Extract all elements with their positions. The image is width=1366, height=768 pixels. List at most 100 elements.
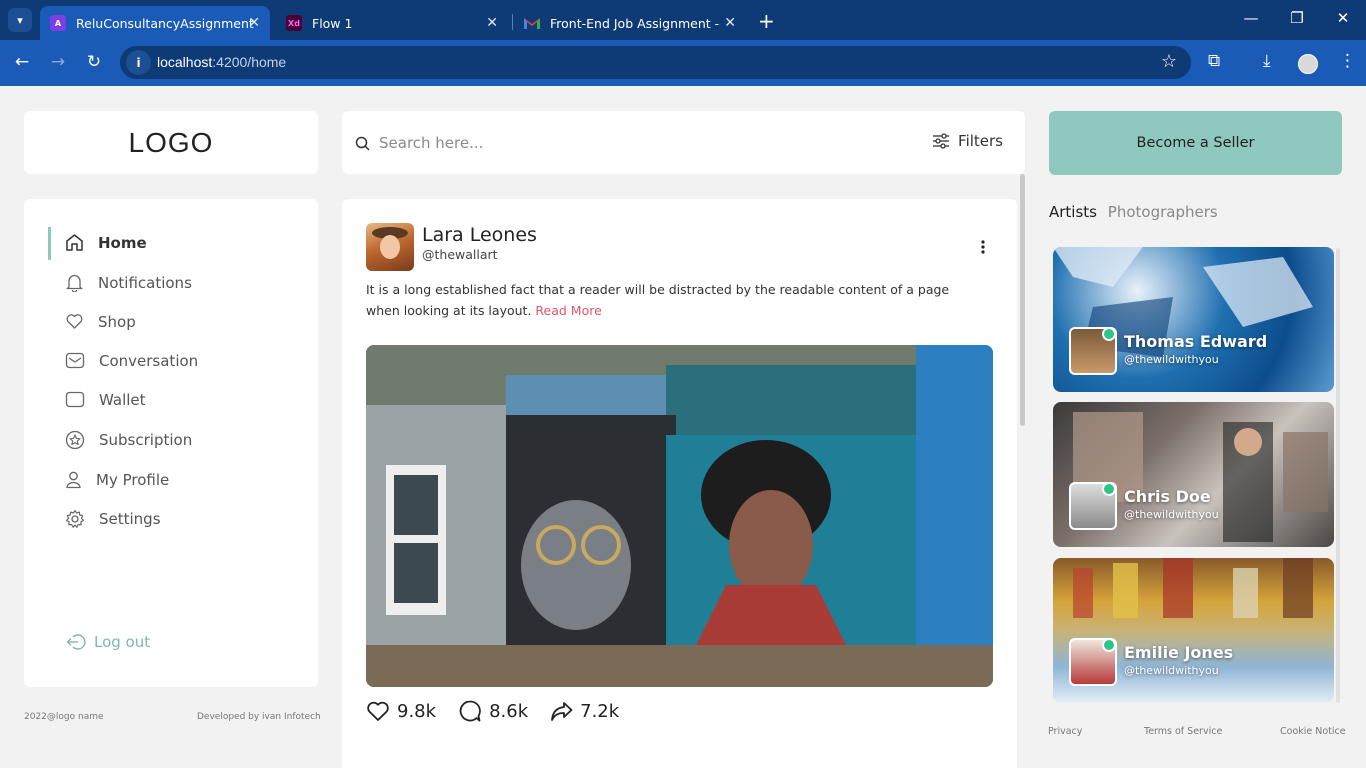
more-menu-icon[interactable]: ⋮ [1339, 51, 1356, 71]
url-text[interactable]: localhost:4200/home [157, 54, 286, 70]
star-icon [65, 430, 85, 450]
heart-icon [367, 701, 389, 721]
gear-icon [65, 509, 85, 528]
comment-button[interactable]: 8.6k [458, 699, 528, 723]
sidebar-item-shop[interactable]: Shop [65, 312, 136, 331]
developer-credit[interactable]: Developed by ivan Infotech [197, 712, 321, 722]
sidebar-item-label: My Profile [96, 470, 170, 489]
close-tab-icon[interactable]: ✕ [724, 15, 736, 31]
browser-tab[interactable]: Xd Flow 1 ✕ [276, 6, 508, 40]
reload-icon[interactable]: ↻ [83, 52, 105, 72]
artist-name: Emilie Jones [1124, 643, 1234, 662]
sidebar-item-label: Conversation [99, 351, 199, 370]
close-tab-icon[interactable]: ✕ [248, 15, 260, 31]
more-vertical-icon[interactable] [980, 239, 986, 255]
artist-card[interactable]: Emilie Jones @thewildwithyou [1053, 558, 1334, 703]
artist-list: Thomas Edward @thewildwithyou Chris Doe … [1049, 244, 1342, 706]
address-bar[interactable]: i localhost:4200/home ☆ [120, 46, 1191, 79]
wallet-icon [65, 391, 85, 408]
avatar[interactable] [366, 223, 414, 271]
search-bar: Filters [342, 111, 1025, 174]
bookmark-star-icon[interactable]: ☆ [1161, 51, 1177, 72]
back-arrow-icon[interactable]: ← [11, 52, 33, 72]
tab-title: Front-End Job Assignment - Rel [550, 15, 720, 31]
like-button[interactable]: 9.8k [366, 700, 436, 722]
shares-count: 7.2k [580, 700, 620, 722]
sidebar-item-home[interactable]: Home [65, 233, 147, 252]
search-input[interactable] [379, 131, 879, 155]
post-author-handle[interactable]: @thewallart [422, 247, 498, 262]
restore-icon[interactable]: ❐ [1287, 9, 1307, 27]
street-art-mural-image [366, 345, 993, 687]
comment-icon [459, 700, 481, 722]
forward-arrow-icon[interactable]: → [47, 52, 69, 72]
close-window-icon[interactable]: ✕ [1333, 9, 1353, 27]
browser-tab[interactable]: Front-End Job Assignment - Rel ✕ [514, 6, 746, 40]
cookie-notice-link[interactable]: Cookie Notice [1280, 726, 1346, 737]
home-icon [66, 234, 83, 251]
user-icon [66, 471, 81, 489]
tab-title: ReluConsultancyAssignment [76, 15, 254, 31]
post-text: It is a long established fact that a rea… [366, 279, 986, 321]
artist-name: Chris Doe [1124, 487, 1211, 506]
browser-tab-active[interactable]: A ReluConsultancyAssignment ✕ [40, 6, 270, 40]
artist-name: Thomas Edward [1124, 332, 1268, 351]
post-card: Lara Leones @thewallart It is a long est… [342, 199, 1017, 768]
post-image[interactable] [366, 345, 993, 687]
become-seller-button[interactable]: Become a Seller [1049, 111, 1342, 175]
artist-handle: @thewildwithyou [1124, 664, 1219, 677]
download-icon[interactable]: ⤓ [1263, 51, 1271, 71]
post-author-name[interactable]: Lara Leones [422, 224, 537, 246]
search-icon [355, 136, 370, 151]
sidebar-item-settings[interactable]: Settings [65, 509, 161, 529]
post-body: It is a long established fact that a rea… [366, 282, 950, 318]
sidebar-item-conversation[interactable]: Conversation [65, 351, 198, 370]
sidebar-item-label: Wallet [99, 390, 146, 409]
active-indicator [48, 227, 51, 260]
sidebar-item-my-profile[interactable]: My Profile [65, 470, 169, 489]
avatar-face-shape [380, 235, 400, 259]
sliders-icon [933, 133, 950, 149]
close-tab-icon[interactable]: ✕ [486, 15, 498, 31]
sidebar-item-notifications[interactable]: Notifications [65, 273, 192, 292]
logo[interactable]: LOGO [24, 111, 318, 174]
filters-label: Filters [958, 132, 1003, 150]
tab-artists[interactable]: Artists [1049, 203, 1097, 221]
terms-link[interactable]: Terms of Service [1144, 726, 1222, 737]
new-tab-icon[interactable]: + [758, 9, 775, 33]
artist-tabs: Artists Photographers [1049, 203, 1224, 221]
browser-tabstrip: ▾ A ReluConsultancyAssignment ✕ Xd Flow … [0, 0, 1366, 40]
angular-icon: A [50, 15, 66, 31]
tab-title: Flow 1 [312, 15, 353, 31]
profile-avatar[interactable] [1298, 54, 1318, 74]
artist-card[interactable]: Chris Doe @thewildwithyou [1053, 402, 1334, 547]
sidebar-item-wallet[interactable]: Wallet [65, 390, 146, 409]
tab-separator [512, 14, 513, 30]
tab-photographers[interactable]: Photographers [1108, 203, 1218, 221]
artist-card[interactable]: Thomas Edward @thewildwithyou [1053, 247, 1334, 392]
online-status-dot [1102, 327, 1116, 341]
url-path: :4200/home [212, 54, 287, 70]
read-more-link[interactable]: Read More [535, 303, 601, 318]
sidebar-item-subscription[interactable]: Subscription [65, 430, 192, 450]
gmail-icon [524, 15, 540, 31]
site-info-icon[interactable]: i [126, 50, 151, 75]
privacy-link[interactable]: Privacy [1048, 726, 1082, 737]
sidebar-item-label: Subscription [99, 431, 193, 449]
extensions-icon[interactable]: ⧉ [1208, 51, 1220, 71]
filters-button[interactable]: Filters [932, 132, 1003, 150]
minimize-icon[interactable]: — [1241, 9, 1261, 27]
tab-search-button[interactable]: ▾ [8, 8, 32, 32]
sidebar: Home Notifications Shop Conversation Wal… [24, 199, 318, 687]
artist-list-scrollbar[interactable] [1336, 248, 1340, 703]
comments-count: 8.6k [489, 700, 529, 722]
sidebar-item-label: Settings [99, 510, 161, 528]
share-button[interactable]: 7.2k [550, 701, 619, 722]
online-status-dot [1102, 482, 1116, 496]
online-status-dot [1102, 638, 1116, 652]
artist-handle: @thewildwithyou [1124, 508, 1219, 521]
feed-scrollbar[interactable] [1020, 174, 1025, 426]
logout-icon [66, 634, 86, 650]
artist-handle: @thewildwithyou [1124, 353, 1219, 366]
logout-button[interactable]: Log out [66, 633, 150, 651]
